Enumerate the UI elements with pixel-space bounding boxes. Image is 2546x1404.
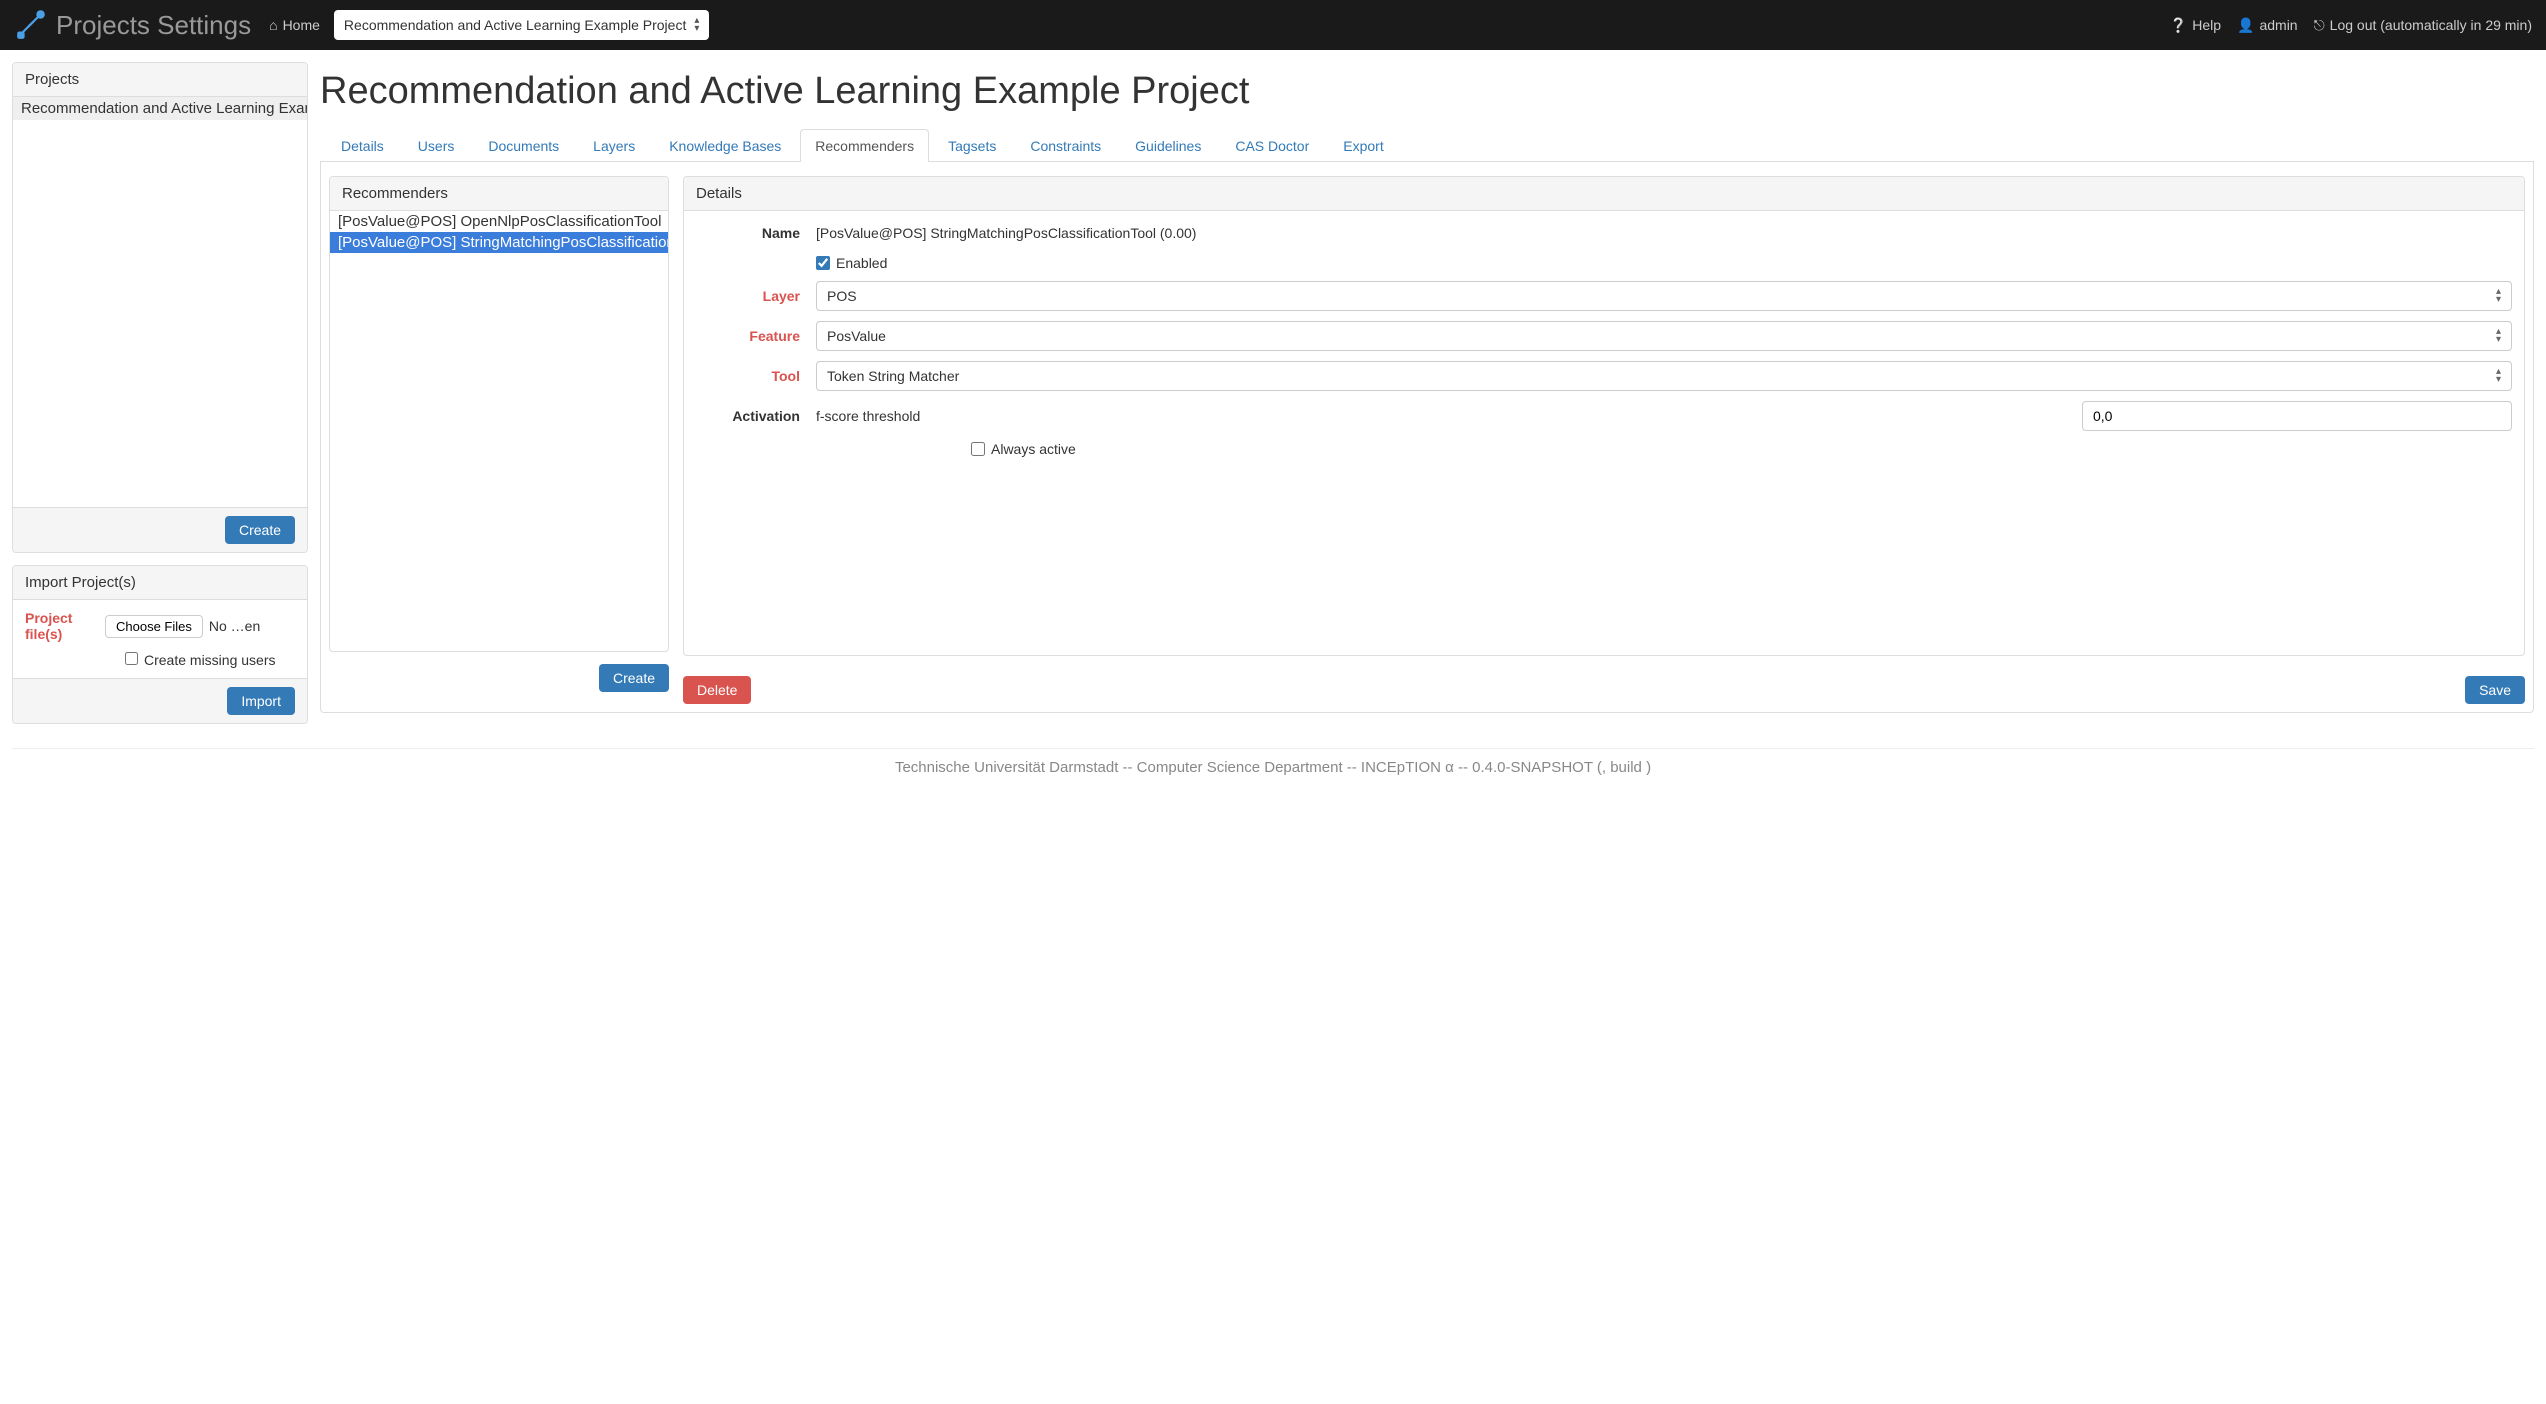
updown-icon: ▴▾ [2496, 368, 2501, 384]
project-files-label: Project file(s) [25, 610, 95, 642]
updown-icon: ▴▾ [2496, 328, 2501, 344]
threshold-input[interactable] [2082, 401, 2512, 431]
projects-panel-title: Projects [13, 63, 307, 97]
save-button[interactable]: Save [2465, 676, 2525, 704]
projects-list: Recommendation and Active Learning Examp… [13, 97, 307, 507]
tab-guidelines[interactable]: Guidelines [1120, 129, 1216, 162]
feature-select[interactable]: PosValue ▴▾ [816, 321, 2512, 351]
layer-label: Layer [696, 288, 816, 304]
tool-select[interactable]: Token String Matcher ▴▾ [816, 361, 2512, 391]
tab-layers[interactable]: Layers [578, 129, 650, 162]
user-label: admin [2259, 17, 2297, 33]
logout-icon: ⎋ [2314, 17, 2325, 34]
tab-knowledge-bases[interactable]: Knowledge Bases [654, 129, 796, 162]
recommenders-list-title: Recommenders [330, 177, 668, 211]
feature-label: Feature [696, 328, 816, 344]
create-project-button[interactable]: Create [225, 516, 295, 544]
help-label: Help [2192, 17, 2221, 33]
details-column: Details Name [PosValue@POS] StringMatchi… [683, 176, 2525, 704]
create-missing-users-label: Create missing users [144, 652, 276, 668]
details-panel: Details Name [PosValue@POS] StringMatchi… [683, 176, 2525, 656]
home-icon: ⌂ [269, 17, 277, 33]
tool-value: Token String Matcher [827, 368, 959, 384]
import-panel-title: Import Project(s) [13, 566, 307, 600]
feature-value: PosValue [827, 328, 886, 344]
tools-icon [14, 7, 48, 44]
left-column: Projects Recommendation and Active Learn… [12, 62, 308, 736]
logout-label: Log out (automatically in 29 min) [2330, 17, 2532, 33]
home-link[interactable]: ⌂ Home [269, 17, 320, 33]
name-label: Name [696, 225, 816, 241]
tab-tagsets[interactable]: Tagsets [933, 129, 1011, 162]
updown-icon: ▴▾ [2496, 288, 2501, 304]
enabled-checkbox[interactable] [816, 256, 830, 270]
page-title: Recommendation and Active Learning Examp… [320, 70, 2534, 113]
layer-value: POS [827, 288, 857, 304]
delete-button[interactable]: Delete [683, 676, 751, 704]
help-link[interactable]: ❔ Help [2170, 17, 2221, 34]
project-selector[interactable]: Recommendation and Active Learning Examp… [334, 10, 709, 40]
recommender-item[interactable]: [PosValue@POS] StringMatchingPosClassifi… [330, 232, 668, 253]
user-link[interactable]: 👤 admin [2237, 17, 2298, 34]
page-footer: Technische Universität Darmstadt -- Comp… [12, 748, 2534, 786]
project-selector-value: Recommendation and Active Learning Examp… [344, 17, 686, 33]
details-panel-title: Details [684, 177, 2524, 211]
tab-documents[interactable]: Documents [473, 129, 574, 162]
create-recommender-button[interactable]: Create [599, 664, 669, 692]
always-active-checkbox[interactable] [971, 442, 985, 456]
layer-select[interactable]: POS ▴▾ [816, 281, 2512, 311]
project-item[interactable]: Recommendation and Active Learning Examp… [13, 97, 307, 120]
tabs-bar: Details Users Documents Layers Knowledge… [320, 129, 2534, 162]
tab-cas-doctor[interactable]: CAS Doctor [1220, 129, 1324, 162]
tab-export[interactable]: Export [1328, 129, 1398, 162]
recommenders-list-panel: Recommenders [PosValue@POS] OpenNlpPosCl… [329, 176, 669, 652]
tab-users[interactable]: Users [403, 129, 470, 162]
user-icon: 👤 [2237, 17, 2254, 34]
create-missing-users-checkbox[interactable] [125, 652, 138, 665]
import-button[interactable]: Import [227, 687, 295, 715]
help-icon: ❔ [2170, 17, 2187, 34]
home-label: Home [283, 17, 320, 33]
tab-recommenders[interactable]: Recommenders [800, 129, 929, 162]
choose-files-button[interactable]: Choose Files [105, 615, 203, 638]
import-panel: Import Project(s) Project file(s) Choose… [12, 565, 308, 724]
logout-link[interactable]: ⎋ Log out (automatically in 29 min) [2314, 17, 2532, 34]
projects-panel-footer: Create [13, 507, 307, 552]
recommenders-list: [PosValue@POS] OpenNlpPosClassificationT… [330, 211, 668, 651]
tool-label: Tool [696, 368, 816, 384]
brand-title: Projects Settings [56, 10, 251, 41]
right-column: Recommendation and Active Learning Examp… [320, 62, 2534, 713]
recommenders-column: Recommenders [PosValue@POS] OpenNlpPosCl… [329, 176, 669, 704]
tab-constraints[interactable]: Constraints [1015, 129, 1116, 162]
file-status-text: No …en [209, 618, 260, 634]
activation-label: Activation [696, 408, 816, 424]
top-navbar: Projects Settings ⌂ Home Recommendation … [0, 0, 2546, 50]
main-content: Projects Recommendation and Active Learn… [0, 50, 2546, 748]
updown-icon: ▴▾ [694, 17, 699, 33]
projects-panel: Projects Recommendation and Active Learn… [12, 62, 308, 553]
always-active-label: Always active [991, 441, 1076, 457]
recommender-item[interactable]: [PosValue@POS] OpenNlpPosClassificationT… [330, 211, 668, 232]
tab-content: Recommenders [PosValue@POS] OpenNlpPosCl… [320, 162, 2534, 713]
threshold-label: f-score threshold [816, 408, 920, 424]
tab-details[interactable]: Details [326, 129, 399, 162]
enabled-label: Enabled [836, 255, 887, 271]
name-value: [PosValue@POS] StringMatchingPosClassifi… [816, 221, 2512, 245]
